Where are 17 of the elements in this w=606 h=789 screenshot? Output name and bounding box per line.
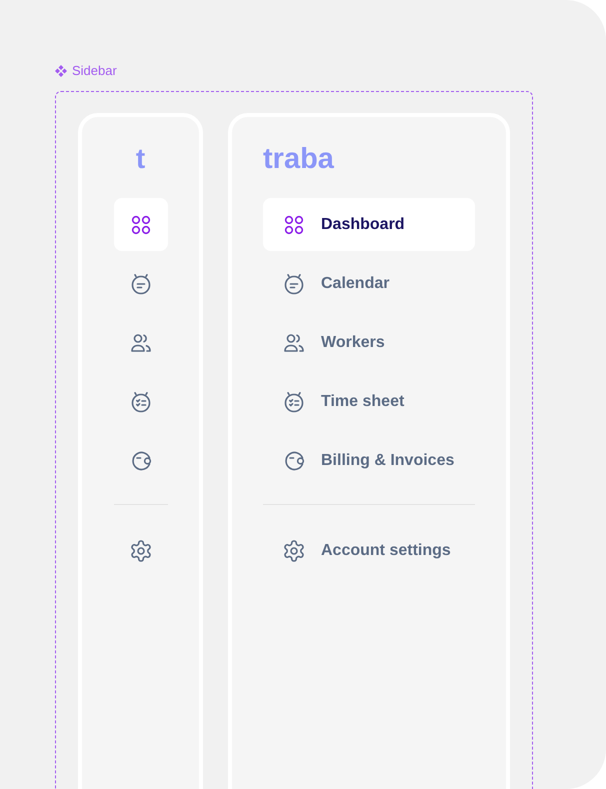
logo: t bbox=[136, 145, 146, 173]
frame-label: Sidebar bbox=[72, 62, 117, 80]
settings-icon bbox=[282, 538, 306, 562]
nav-item[interactable]: Billing & Invoices bbox=[263, 434, 475, 487]
settings-icon bbox=[128, 538, 152, 562]
nav-item[interactable]: Calendar bbox=[263, 257, 475, 310]
logo: traba bbox=[263, 145, 334, 173]
nav-item[interactable]: Workers bbox=[263, 316, 475, 369]
component-icon bbox=[55, 65, 67, 77]
nav-button[interactable] bbox=[114, 198, 168, 251]
nav-item[interactable]: Time sheet bbox=[263, 375, 475, 428]
nav-item[interactable]: Dashboard bbox=[263, 198, 475, 251]
checklist-icon bbox=[282, 390, 306, 414]
calendar-icon bbox=[128, 272, 152, 296]
calendar-icon bbox=[282, 272, 306, 296]
nav-item[interactable]: Account settings bbox=[263, 524, 475, 577]
checklist-icon bbox=[128, 390, 152, 414]
